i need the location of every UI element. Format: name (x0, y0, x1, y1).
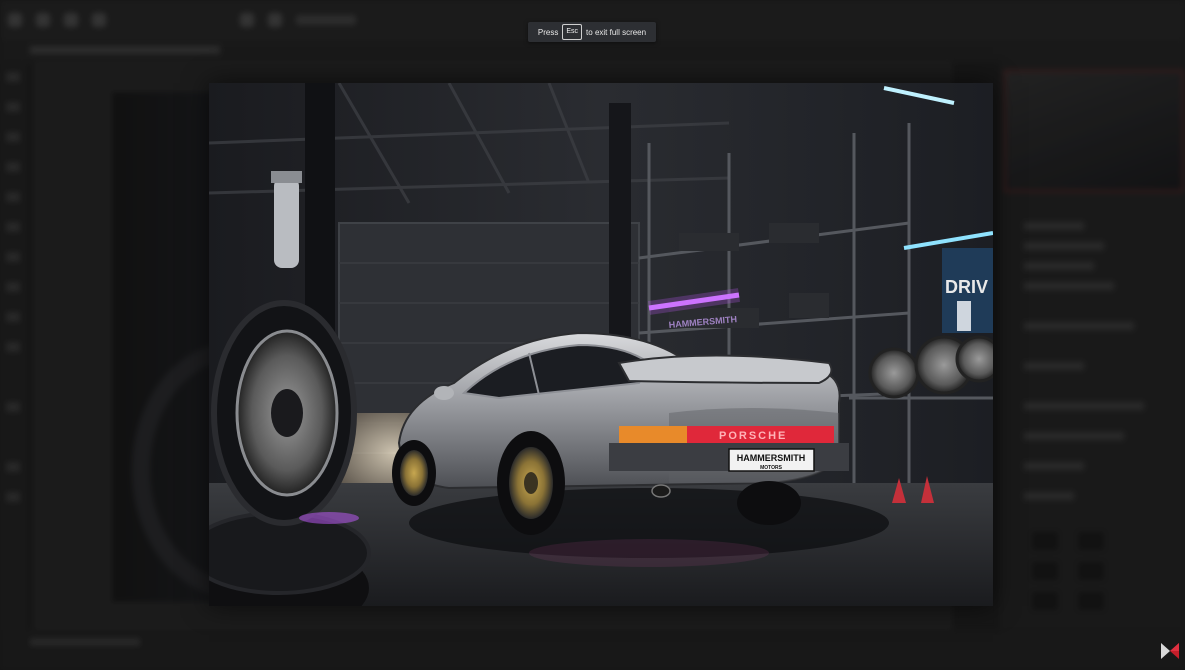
plate-line1: HAMMERSMITH (737, 453, 806, 463)
hint-press-text: Press (537, 27, 559, 37)
plate-line2: MOTORS (760, 465, 783, 471)
fullscreen-exit-hint: Press Esc to exit full screen (528, 22, 656, 42)
hint-suffix-text: to exit full screen (586, 27, 647, 37)
esc-key-label: Esc (562, 24, 583, 40)
fullscreen-photo: HAMMERSMITH DRIV PORSCHE HAMMERSMITH MOT… (209, 83, 993, 606)
taillight-text: PORSCHE (719, 430, 787, 442)
poster-text: DRIV (945, 277, 988, 297)
bowtie-logo-icon (1160, 641, 1180, 661)
fullscreen-viewer: Press Esc to exit full screen HAMMERSMIT… (0, 0, 1185, 670)
